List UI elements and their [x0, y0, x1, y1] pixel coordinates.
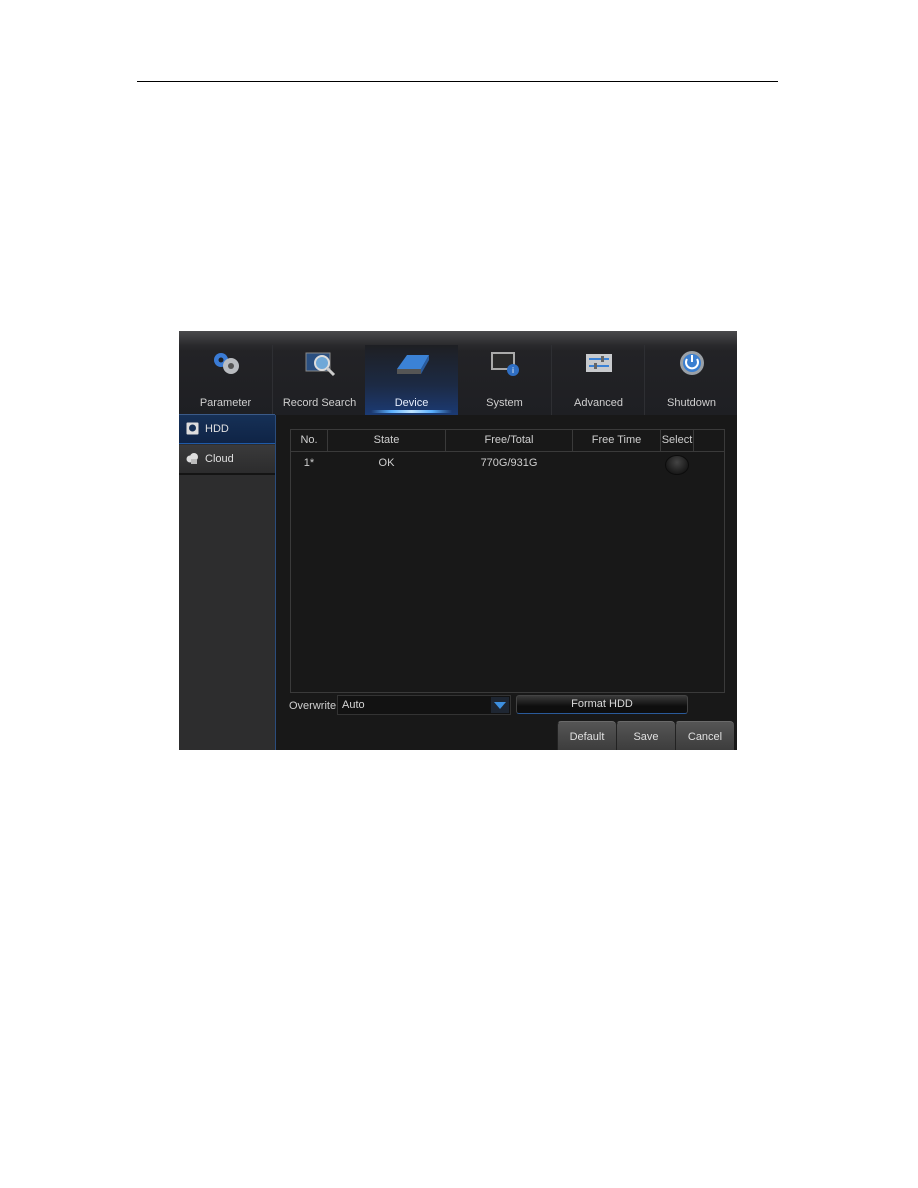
table-row[interactable]: 1* OK 770G/931G — [291, 452, 724, 475]
power-icon — [679, 351, 704, 375]
svg-text:i: i — [512, 366, 514, 375]
overwrite-label: Overwrite — [289, 700, 337, 712]
monitor-info-icon: i — [490, 352, 519, 376]
dvr-settings-window: Parameter Record Search Device i System … — [179, 331, 737, 750]
hdd-panel: No. State Free/Total Free Time Select 1*… — [276, 415, 737, 750]
tab-label: Device — [394, 397, 429, 409]
tab-device[interactable]: Device — [365, 345, 458, 415]
sidebar-item-hdd[interactable]: HDD — [179, 415, 275, 444]
sidebar-item-label: Cloud — [205, 453, 234, 465]
sliders-icon — [585, 354, 612, 372]
default-button[interactable]: Default — [557, 721, 616, 750]
top-navigation-bar: Parameter Record Search Device i System … — [179, 331, 737, 415]
cell-free-total: 770G/931G — [480, 457, 538, 469]
table-header: No. State Free/Total Free Time Select — [291, 430, 724, 452]
tab-label: Parameter — [199, 397, 252, 409]
column-header-state: State — [328, 430, 446, 451]
column-header-no: No. — [291, 430, 328, 451]
active-tab-indicator — [371, 410, 452, 413]
cell-state: OK — [378, 457, 395, 469]
overwrite-value: Auto — [342, 699, 365, 711]
overwrite-select[interactable]: Auto — [337, 695, 511, 715]
column-header-free-total: Free/Total — [446, 430, 573, 451]
column-header-free-time: Free Time — [573, 430, 661, 451]
tab-label: Advanced — [574, 397, 623, 409]
format-hdd-button[interactable]: Format HDD — [516, 695, 688, 714]
tab-advanced[interactable]: Advanced — [551, 345, 645, 415]
sidebar-item-cloud[interactable]: Cloud — [179, 445, 275, 475]
tab-record-search[interactable]: Record Search — [272, 345, 366, 415]
cell-no: 1* — [303, 457, 315, 469]
tab-label: System — [486, 397, 523, 409]
film-magnifier-icon — [305, 352, 335, 377]
tab-label: Record Search — [282, 397, 357, 409]
hard-drive-icon — [396, 355, 429, 374]
cancel-button[interactable]: Cancel — [675, 721, 734, 750]
hdd-table: No. State Free/Total Free Time Select 1*… — [290, 429, 725, 693]
tab-label: Shutdown — [667, 397, 716, 409]
sidebar: HDD Cloud — [179, 415, 276, 750]
cell-free-time — [573, 452, 660, 474]
sidebar-item-label: HDD — [205, 423, 229, 435]
save-button[interactable]: Save — [616, 721, 675, 750]
column-header-select: Select — [661, 430, 694, 451]
tab-shutdown[interactable]: Shutdown — [644, 345, 737, 415]
hdd-icon — [186, 422, 199, 435]
page-header-rule — [137, 81, 778, 82]
chevron-down-icon[interactable] — [491, 697, 509, 713]
gears-icon — [213, 353, 239, 374]
tab-parameter[interactable]: Parameter — [179, 345, 272, 415]
cloud-icon — [186, 453, 198, 464]
tab-system[interactable]: i System — [458, 345, 551, 415]
select-radio[interactable] — [665, 455, 689, 475]
